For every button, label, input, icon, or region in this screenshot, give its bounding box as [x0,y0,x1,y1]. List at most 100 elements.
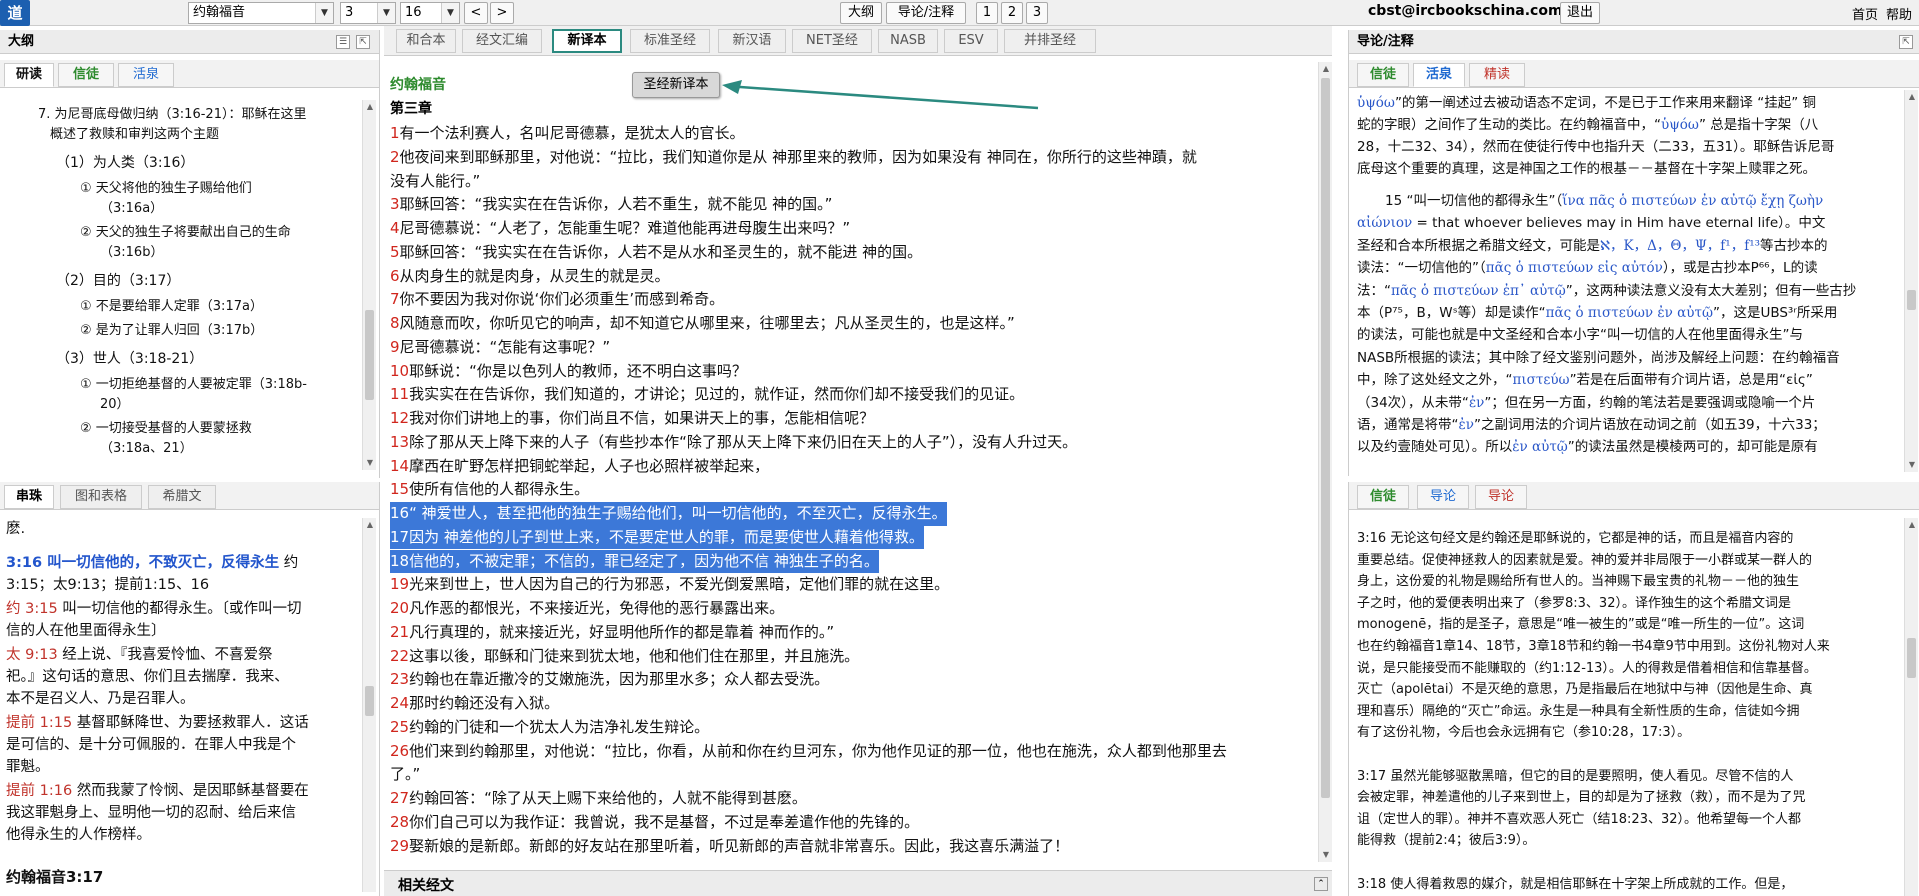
verse-line[interactable]: 7你不要因为我对你说‘你们必须重生’而感到希奇。 [390,288,724,312]
verse-line[interactable]: 9尼哥德慕说：“怎能有这事呢？” [390,336,610,360]
book-select[interactable]: 约翰福音 ▼ [188,2,334,24]
verse-number[interactable]: 15 [390,480,409,498]
crossref-scrollbar[interactable]: ▲ [362,518,376,892]
verse-line[interactable]: 了。” [390,763,420,787]
verse-number[interactable]: 28 [390,813,409,831]
tab-spring[interactable]: 活泉 [1413,63,1465,87]
scroll-up-icon[interactable]: ▲ [363,518,377,532]
tab-intro-2[interactable]: 导论 [1475,485,1527,509]
verse-line[interactable]: 4尼哥德慕说：“人老了，怎能重生呢？难道他能再进母腹生出来吗？” [390,217,850,241]
notes-bottom-scrollbar[interactable]: ▲ [1904,518,1918,896]
crossref-link[interactable]: 提前 1:16 [6,783,72,799]
scroll-thumb[interactable] [365,310,374,400]
verse-line[interactable]: 3耶稣回答：“我实实在在告诉你，人若不重生，就不能见 神的国。” [390,193,832,217]
bible-scrollbar[interactable]: ▲ ▼ [1318,62,1332,862]
verse-line[interactable]: 8风随意而吹，你听见它的响声，却不知道它从哪里来，往哪里去；凡从圣灵生的，也是这… [390,312,1015,336]
verse-number[interactable]: 17 [390,528,409,546]
verse-number[interactable]: 14 [390,457,409,475]
tab-cuv[interactable]: 和合本 [396,29,456,53]
scroll-down-icon[interactable]: ▼ [363,456,377,470]
scroll-thumb[interactable] [1907,290,1916,310]
app-logo[interactable]: 道 [0,0,30,26]
outline-button[interactable]: 大纲 [840,2,882,24]
verse-number[interactable]: 16 [390,504,409,522]
tab-nasb[interactable]: NASB [878,29,938,53]
verse-line[interactable]: 24那时约翰还没有入狱。 [390,692,559,716]
collapse-icon[interactable]: ⌃ [1314,877,1328,891]
expand-icon[interactable]: ⇱ [356,35,370,49]
verse-number[interactable]: 29 [390,837,409,855]
verse-line[interactable]: 12我对你们讲地上的事，你们尚且不信，如果讲天上的事，怎能相信呢？ [390,407,874,431]
tab-close-reading[interactable]: 精读 [1469,63,1525,87]
verse-line[interactable]: 17因为 神差他的儿子到世上来，不是要定世人的罪，而是要使世人藉着他得救。 [390,525,924,550]
verse-number[interactable]: 9 [390,338,400,356]
prev-button[interactable]: < [464,2,488,24]
scroll-up-icon[interactable]: ▲ [1905,518,1919,532]
tab-parallel[interactable]: 并排圣经 [1004,29,1096,53]
verse-line[interactable]: 14摩西在旷野怎样把铜蛇举起，人子也必照样被举起来， [390,455,769,479]
verse-number[interactable]: 21 [390,623,409,641]
verse-select[interactable]: 16 ▼ [400,2,460,24]
verse-number[interactable]: 23 [390,670,409,688]
notes-button[interactable]: 导论/注释 [886,2,966,24]
verse-number[interactable]: 26 [390,742,409,760]
verse-number[interactable]: 4 [390,219,400,237]
tab-ccb[interactable]: 新汉语 [718,29,786,53]
scroll-up-icon[interactable]: ▲ [1905,90,1919,104]
tab-net[interactable]: NET圣经 [792,29,872,53]
verse-line[interactable]: 5耶稣回答：“我实实在在告诉你，人若不是从水和圣灵生的，就不能进 神的国。 [390,241,922,265]
verse-line[interactable]: 没有人能行。” [390,170,480,194]
scroll-down-icon[interactable]: ▼ [1905,458,1919,472]
verse-number[interactable]: 11 [390,385,409,403]
logout-button[interactable]: 退出 [1560,2,1600,24]
verse-line[interactable]: 27约翰回答：“除了从天上赐下来给他的，人就不能得到甚麽。 [390,787,807,811]
next-button[interactable]: > [490,2,514,24]
verse-number[interactable]: 18 [390,552,409,570]
verse-number[interactable]: 5 [390,243,400,261]
layout-1-button[interactable]: 1 [976,2,998,24]
layout-2-button[interactable]: 2 [1001,2,1023,24]
layout-3-button[interactable]: 3 [1026,2,1048,24]
tab-spring[interactable]: 活泉 [118,63,174,87]
tab-crossrefs[interactable]: 串珠 [4,485,54,509]
verse-line[interactable]: 29娶新娘的是新郎。新郎的好友站在那里听着，听见新郎的声音就非常喜乐。因此，我这… [390,835,1069,859]
tab-concordance[interactable]: 经文汇编 [462,29,542,53]
verse-number[interactable]: 8 [390,314,400,332]
verse-number[interactable]: 20 [390,599,409,617]
verse-number[interactable]: 2 [390,148,400,166]
tab-study[interactable]: 研读 [4,63,54,87]
scroll-thumb[interactable] [1321,78,1330,798]
verse-line[interactable]: 19光来到世上，世人因为自己的行为邪恶，不爱光倒爱黑暗，定他们罪的就在这里。 [390,573,949,597]
verse-number[interactable]: 7 [390,290,400,308]
scroll-down-icon[interactable]: ▼ [1319,848,1333,862]
verse-number[interactable]: 6 [390,267,400,285]
verse-line[interactable]: 22这事以後，耶稣和门徒来到犹太地，他和他们住在那里，并且施洗。 [390,645,859,669]
verse-line[interactable]: 10耶稣说：“你是以色列人的教师，还不明白这事吗？ [390,360,747,384]
home-link[interactable]: 首页 [1852,4,1878,23]
verse-line[interactable]: 23约翰也在靠近撒冷的艾嫩施洗，因为那里水多；众人都去受洗。 [390,668,829,692]
tab-esv[interactable]: ESV [944,29,998,53]
verse-line[interactable]: 1有一个法利赛人，名叫尼哥德慕，是犹太人的官长。 [390,122,745,146]
crossref-link[interactable]: 提前 1:15 [6,715,72,731]
help-link[interactable]: 帮助 [1886,4,1912,23]
scroll-thumb[interactable] [365,686,374,716]
verse-line[interactable]: 11我实实在在告诉你，我们知道的，才讲论；见过的，就作证，然而你们却不接受我们的… [390,383,1024,407]
tab-believer[interactable]: 信徒 [1357,63,1409,87]
verse-line[interactable]: 21凡行真理的，就来接近光，好显明他所作的都是靠着 神而作的。” [390,621,834,645]
tab-csb[interactable]: 标准圣经 [630,29,710,53]
verse-line[interactable]: 18信他的，不被定罪；不信的，罪已经定了，因为他不信 神独生子的名。 [390,549,879,574]
verse-line[interactable]: 20凡作恶的都恨光，不来接近光，免得他的恶行暴露出来。 [390,597,784,621]
verse-number[interactable]: 27 [390,789,409,807]
verse-line[interactable]: 16“ 神爱世人，甚至把他的独生子赐给他们，叫一切信他的，不至灭亡，反得永生。 [390,502,947,526]
verse-number[interactable]: 12 [390,409,409,427]
crossref-link[interactable]: 约 3:15 [6,601,58,617]
tab-greek[interactable]: 希腊文 [148,485,216,509]
verse-number[interactable]: 10 [390,362,409,380]
verse-line[interactable]: 25约翰的门徒和一个犹太人为洁净礼发生辩论。 [390,716,709,740]
list-icon[interactable]: ☰ [336,35,350,49]
verse-number[interactable]: 13 [390,433,409,451]
verse-number[interactable]: 25 [390,718,409,736]
verse-line[interactable]: 28你们自己可以为我作证：我曾说，我不是基督，不过是奉差遣作他的先锋的。 [390,811,919,835]
verse-line[interactable]: 15使所有信他的人都得永生。 [390,478,589,502]
tab-cnv[interactable]: 新译本 [552,29,622,53]
